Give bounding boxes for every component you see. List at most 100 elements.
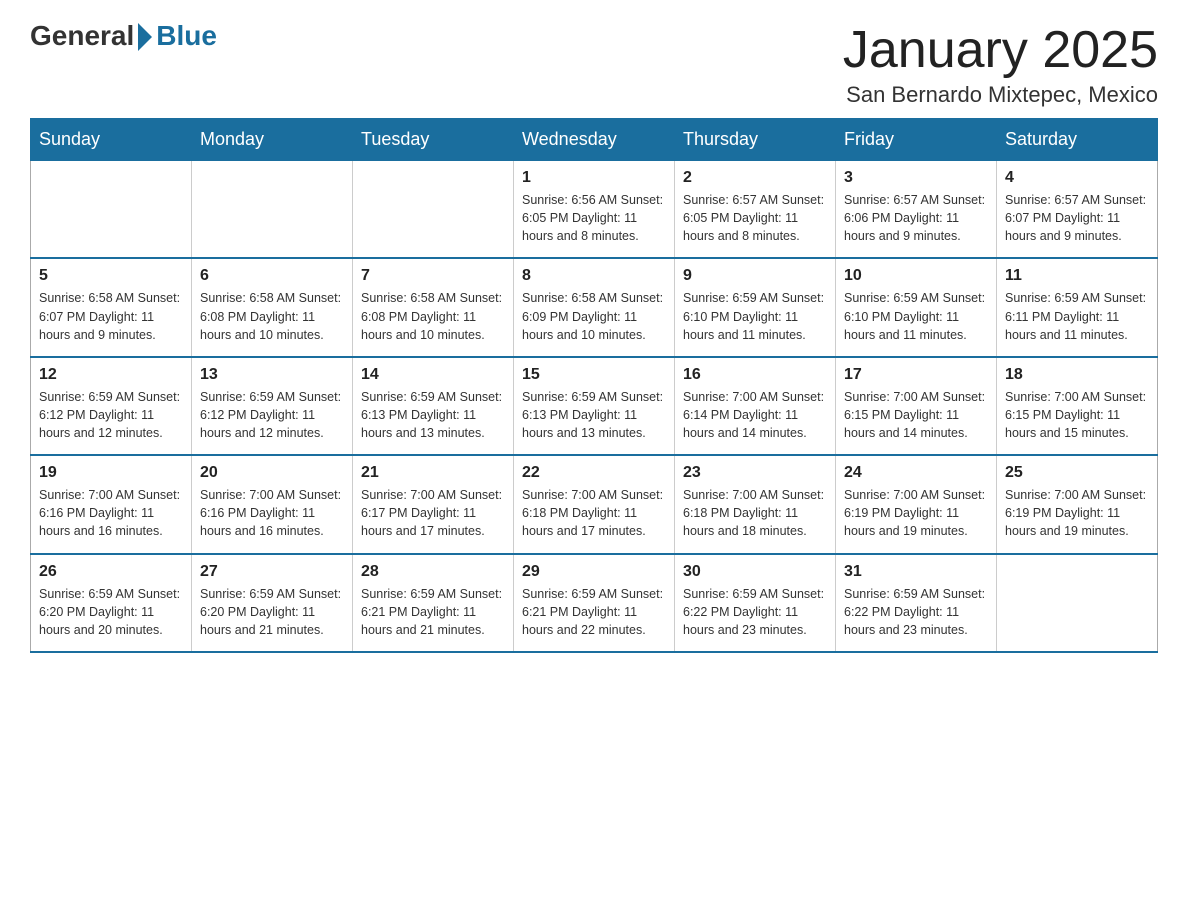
calendar-cell: 27 Sunrise: 6:59 AM Sunset: 6:20 PM Dayli… [192, 554, 353, 652]
calendar-cell: 7 Sunrise: 6:58 AM Sunset: 6:08 PM Daylig… [353, 258, 514, 356]
calendar-cell: 8 Sunrise: 6:58 AM Sunset: 6:09 PM Daylig… [514, 258, 675, 356]
calendar-cell: 6 Sunrise: 6:58 AM Sunset: 6:08 PM Daylig… [192, 258, 353, 356]
day-number: 16 [683, 366, 827, 384]
day-info: Sunrise: 6:58 AM Sunset: 6:08 PM Dayligh… [361, 289, 505, 343]
day-number: 28 [361, 563, 505, 581]
day-info: Sunrise: 6:59 AM Sunset: 6:10 PM Dayligh… [844, 289, 988, 343]
day-info: Sunrise: 7:00 AM Sunset: 6:15 PM Dayligh… [1005, 388, 1149, 442]
day-info: Sunrise: 6:59 AM Sunset: 6:11 PM Dayligh… [1005, 289, 1149, 343]
calendar-cell: 9 Sunrise: 6:59 AM Sunset: 6:10 PM Daylig… [675, 258, 836, 356]
calendar-cell: 20 Sunrise: 7:00 AM Sunset: 6:16 PM Dayli… [192, 455, 353, 553]
page-header: General Blue January 2025 San Bernardo M… [30, 20, 1158, 108]
calendar-table: SundayMondayTuesdayWednesdayThursdayFrid… [30, 118, 1158, 653]
day-number: 22 [522, 464, 666, 482]
day-number: 4 [1005, 169, 1149, 187]
day-number: 17 [844, 366, 988, 384]
calendar-cell: 16 Sunrise: 7:00 AM Sunset: 6:14 PM Dayli… [675, 357, 836, 455]
day-info: Sunrise: 7:00 AM Sunset: 6:17 PM Dayligh… [361, 486, 505, 540]
day-number: 26 [39, 563, 183, 581]
day-number: 11 [1005, 267, 1149, 285]
calendar-cell [31, 161, 192, 259]
calendar-cell [192, 161, 353, 259]
day-info: Sunrise: 7:00 AM Sunset: 6:14 PM Dayligh… [683, 388, 827, 442]
day-info: Sunrise: 6:59 AM Sunset: 6:21 PM Dayligh… [361, 585, 505, 639]
calendar-cell: 31Sunrise: 6:59 AM Sunset: 6:22 PM Dayli… [836, 554, 997, 652]
day-number: 19 [39, 464, 183, 482]
day-number: 18 [1005, 366, 1149, 384]
day-number: 12 [39, 366, 183, 384]
day-number: 27 [200, 563, 344, 581]
calendar-cell: 26 Sunrise: 6:59 AM Sunset: 6:20 PM Dayli… [31, 554, 192, 652]
day-info: Sunrise: 6:59 AM Sunset: 6:12 PM Dayligh… [39, 388, 183, 442]
day-info: Sunrise: 7:00 AM Sunset: 6:19 PM Dayligh… [1005, 486, 1149, 540]
calendar-cell: 23 Sunrise: 7:00 AM Sunset: 6:18 PM Dayli… [675, 455, 836, 553]
calendar-cell: 30 Sunrise: 6:59 AM Sunset: 6:22 PM Dayli… [675, 554, 836, 652]
calendar-cell [353, 161, 514, 259]
day-info: Sunrise: 7:00 AM Sunset: 6:18 PM Dayligh… [683, 486, 827, 540]
day-number: 9 [683, 267, 827, 285]
calendar-week-row: 5 Sunrise: 6:58 AM Sunset: 6:07 PM Daylig… [31, 258, 1158, 356]
calendar-cell: 2Sunrise: 6:57 AM Sunset: 6:05 PM Daylig… [675, 161, 836, 259]
calendar-week-row: 1 Sunrise: 6:56 AM Sunset: 6:05 PM Daylig… [31, 161, 1158, 259]
weekday-header-sunday: Sunday [31, 119, 192, 161]
day-number: 20 [200, 464, 344, 482]
day-number: 3 [844, 169, 988, 187]
day-number: 1 [522, 169, 666, 187]
day-number: 2 [683, 169, 827, 187]
day-number: 6 [200, 267, 344, 285]
calendar-cell: 25Sunrise: 7:00 AM Sunset: 6:19 PM Dayli… [997, 455, 1158, 553]
day-number: 5 [39, 267, 183, 285]
calendar-week-row: 19 Sunrise: 7:00 AM Sunset: 6:16 PM Dayli… [31, 455, 1158, 553]
day-number: 24 [844, 464, 988, 482]
calendar-cell: 21 Sunrise: 7:00 AM Sunset: 6:17 PM Dayli… [353, 455, 514, 553]
day-number: 30 [683, 563, 827, 581]
day-info: Sunrise: 6:57 AM Sunset: 6:06 PM Dayligh… [844, 191, 988, 245]
calendar-cell: 3 Sunrise: 6:57 AM Sunset: 6:06 PM Daylig… [836, 161, 997, 259]
day-info: Sunrise: 7:00 AM Sunset: 6:19 PM Dayligh… [844, 486, 988, 540]
logo-arrow-icon [138, 23, 152, 51]
day-number: 7 [361, 267, 505, 285]
weekday-header-row: SundayMondayTuesdayWednesdayThursdayFrid… [31, 119, 1158, 161]
logo-general-text: General [30, 20, 134, 52]
day-info: Sunrise: 6:58 AM Sunset: 6:07 PM Dayligh… [39, 289, 183, 343]
day-number: 8 [522, 267, 666, 285]
weekday-header-wednesday: Wednesday [514, 119, 675, 161]
calendar-cell: 29Sunrise: 6:59 AM Sunset: 6:21 PM Dayli… [514, 554, 675, 652]
logo-blue-text: Blue [156, 20, 217, 52]
day-info: Sunrise: 6:59 AM Sunset: 6:13 PM Dayligh… [361, 388, 505, 442]
day-info: Sunrise: 6:58 AM Sunset: 6:08 PM Dayligh… [200, 289, 344, 343]
calendar-cell: 19 Sunrise: 7:00 AM Sunset: 6:16 PM Dayli… [31, 455, 192, 553]
calendar-cell: 18 Sunrise: 7:00 AM Sunset: 6:15 PM Dayli… [997, 357, 1158, 455]
day-number: 21 [361, 464, 505, 482]
day-number: 23 [683, 464, 827, 482]
weekday-header-tuesday: Tuesday [353, 119, 514, 161]
location-subtitle: San Bernardo Mixtepec, Mexico [843, 82, 1158, 108]
day-info: Sunrise: 6:56 AM Sunset: 6:05 PM Dayligh… [522, 191, 666, 245]
day-number: 31 [844, 563, 988, 581]
weekday-header-monday: Monday [192, 119, 353, 161]
day-info: Sunrise: 6:59 AM Sunset: 6:20 PM Dayligh… [39, 585, 183, 639]
day-info: Sunrise: 6:59 AM Sunset: 6:22 PM Dayligh… [683, 585, 827, 639]
calendar-cell: 22 Sunrise: 7:00 AM Sunset: 6:18 PM Dayli… [514, 455, 675, 553]
day-number: 14 [361, 366, 505, 384]
day-info: Sunrise: 6:59 AM Sunset: 6:21 PM Dayligh… [522, 585, 666, 639]
day-number: 13 [200, 366, 344, 384]
weekday-header-thursday: Thursday [675, 119, 836, 161]
month-title: January 2025 [843, 20, 1158, 80]
logo: General Blue [30, 20, 217, 52]
day-number: 10 [844, 267, 988, 285]
day-info: Sunrise: 6:59 AM Sunset: 6:20 PM Dayligh… [200, 585, 344, 639]
day-info: Sunrise: 6:59 AM Sunset: 6:12 PM Dayligh… [200, 388, 344, 442]
day-info: Sunrise: 7:00 AM Sunset: 6:16 PM Dayligh… [39, 486, 183, 540]
day-info: Sunrise: 7:00 AM Sunset: 6:18 PM Dayligh… [522, 486, 666, 540]
calendar-cell: 4 Sunrise: 6:57 AM Sunset: 6:07 PM Daylig… [997, 161, 1158, 259]
day-info: Sunrise: 6:59 AM Sunset: 6:10 PM Dayligh… [683, 289, 827, 343]
day-info: Sunrise: 6:58 AM Sunset: 6:09 PM Dayligh… [522, 289, 666, 343]
calendar-week-row: 12 Sunrise: 6:59 AM Sunset: 6:12 PM Dayli… [31, 357, 1158, 455]
day-info: Sunrise: 7:00 AM Sunset: 6:16 PM Dayligh… [200, 486, 344, 540]
calendar-cell: 15Sunrise: 6:59 AM Sunset: 6:13 PM Dayli… [514, 357, 675, 455]
day-info: Sunrise: 6:57 AM Sunset: 6:07 PM Dayligh… [1005, 191, 1149, 245]
calendar-cell: 10 Sunrise: 6:59 AM Sunset: 6:10 PM Dayli… [836, 258, 997, 356]
weekday-header-friday: Friday [836, 119, 997, 161]
title-block: January 2025 San Bernardo Mixtepec, Mexi… [843, 20, 1158, 108]
